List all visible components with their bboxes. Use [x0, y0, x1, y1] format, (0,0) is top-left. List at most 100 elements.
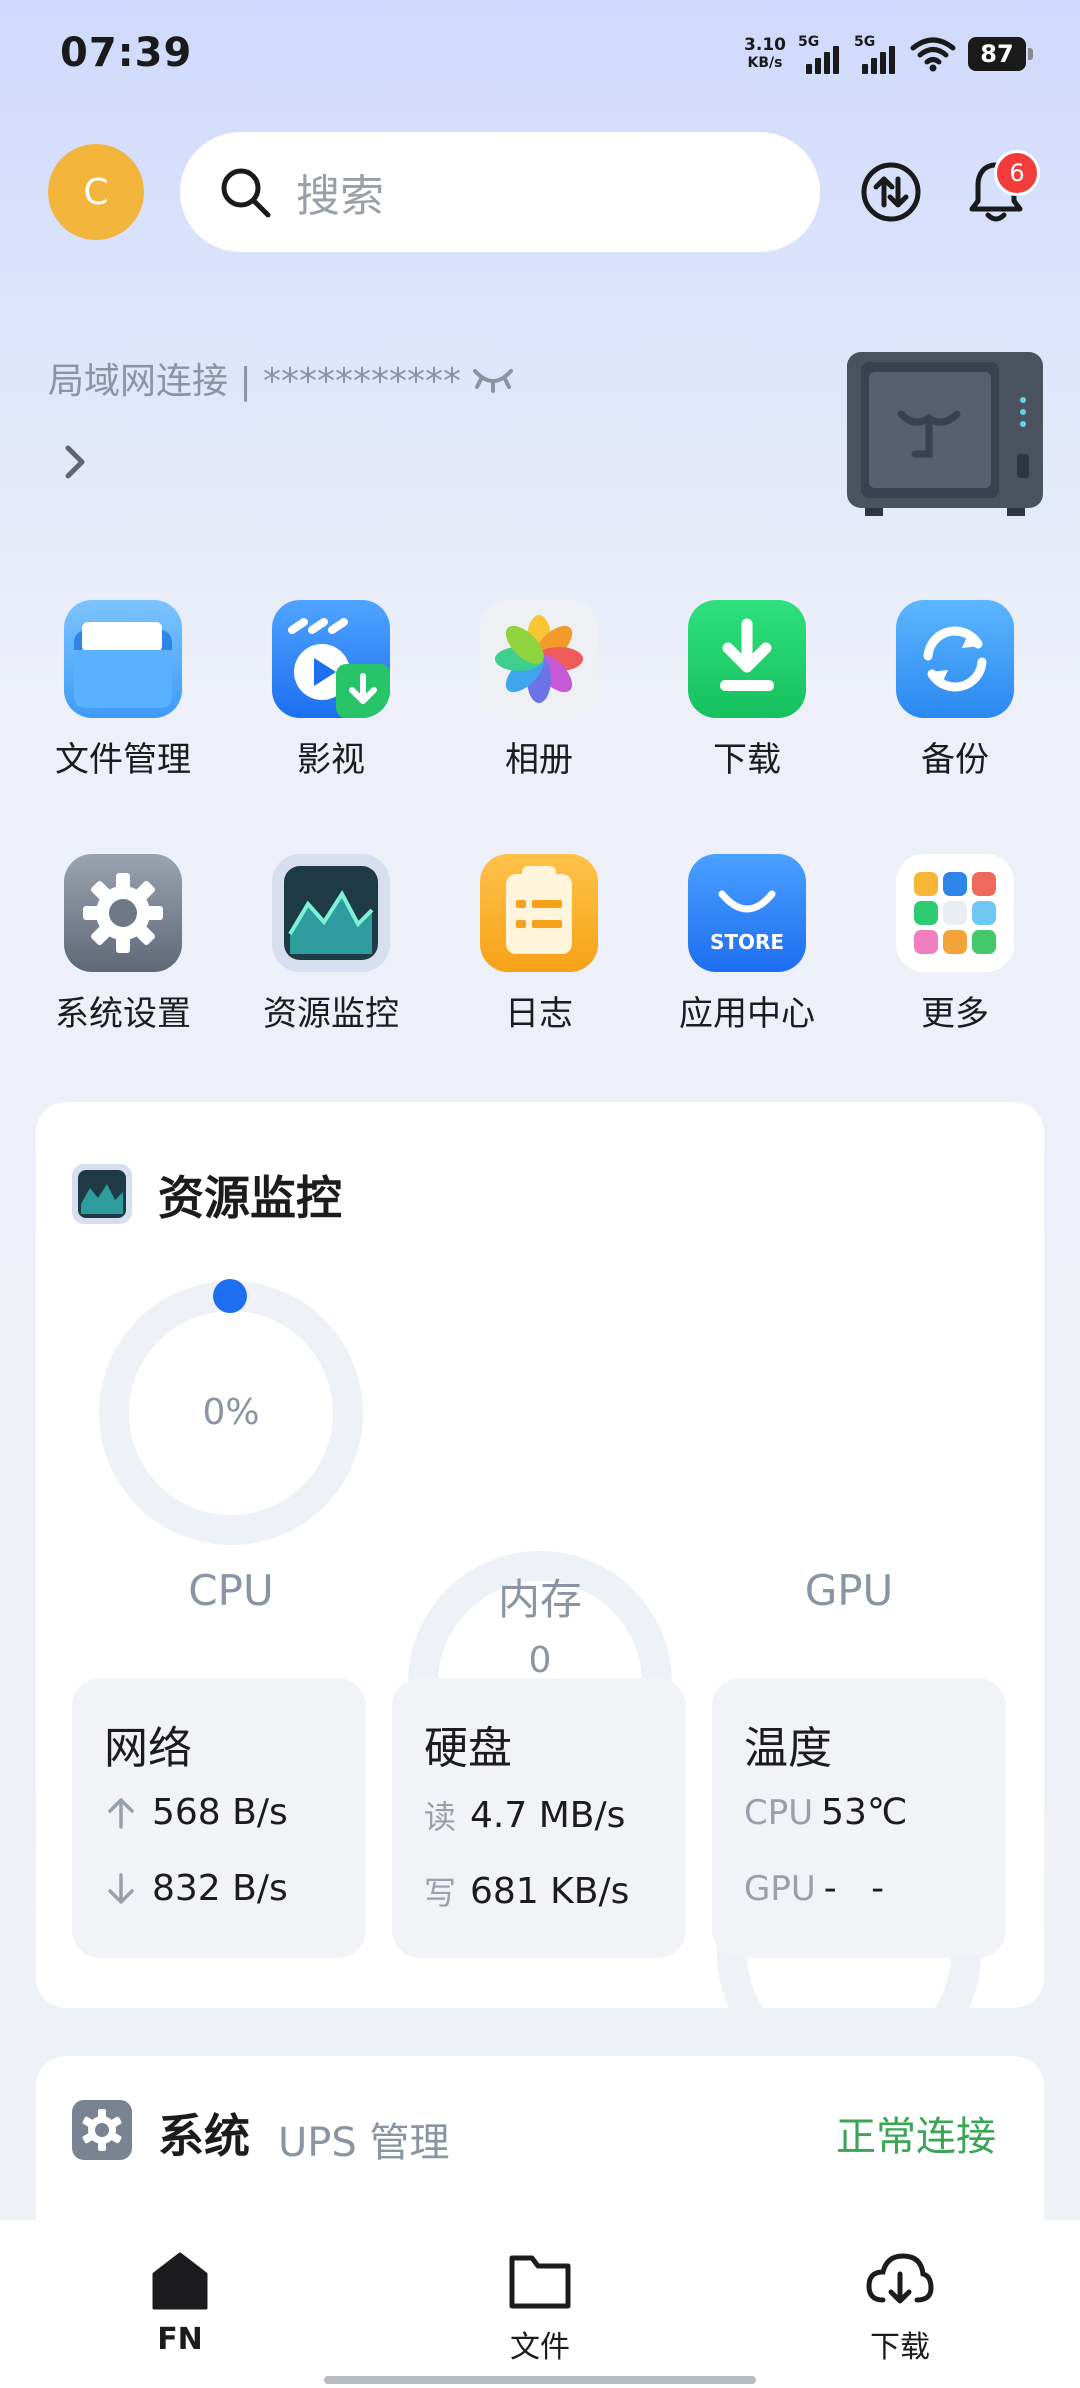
- eye-closed-icon[interactable]: [471, 363, 515, 393]
- app-backup[interactable]: 备份: [865, 600, 1045, 781]
- app-label: 日志: [505, 994, 573, 1034]
- nav-fn[interactable]: FN: [80, 2250, 280, 2357]
- sync-icon: [896, 600, 1014, 718]
- signal-1-label: 5G: [798, 34, 820, 50]
- cloud-download-icon: [866, 2253, 934, 2304]
- app-label: 应用中心: [679, 994, 815, 1034]
- connection-label: 局域网连接 | ***********: [48, 361, 462, 402]
- photos-icon: [480, 600, 598, 718]
- app-resource-monitor[interactable]: 资源监控: [241, 854, 421, 1035]
- temp-gpu-value: - -: [823, 1868, 885, 1909]
- disk-write-value: 681 KB/s: [470, 1870, 630, 1912]
- wifi-icon: [910, 37, 956, 72]
- avatar-letter: C: [83, 171, 109, 213]
- bottom-nav: FN 文件 下载: [0, 2220, 1080, 2388]
- cpu-value: 0%: [202, 1392, 260, 1433]
- clipboard-icon: [480, 854, 598, 972]
- temperature-tile[interactable]: 温度 CPU 53℃ GPU - -: [712, 1678, 1006, 1958]
- ups-status: 正常连接: [836, 2114, 996, 2160]
- app-log[interactable]: 日志: [449, 854, 629, 1035]
- disk-tile[interactable]: 硬盘 读 4.7 MB/s 写 681 KB/s: [392, 1678, 686, 1958]
- memory-value: 0: [528, 1640, 552, 1681]
- nav-label: 下载: [870, 2330, 930, 2365]
- app-video[interactable]: 影视: [241, 600, 421, 781]
- cpu-gauge: 0%: [96, 1278, 366, 1548]
- app-download[interactable]: 下载: [657, 600, 837, 781]
- grid-icon: [896, 854, 1014, 972]
- notification-count: 6: [1009, 159, 1025, 187]
- arrow-up-icon: [108, 1797, 134, 1829]
- nav-files[interactable]: 文件: [440, 2250, 640, 2366]
- temp-cpu-label: CPU: [744, 1792, 814, 1833]
- app-label: 文件管理: [55, 740, 191, 780]
- nav-label: 文件: [510, 2330, 570, 2365]
- disk-write: 写 681 KB/s: [424, 1868, 629, 1914]
- disk-read-label: 读: [424, 1798, 457, 1836]
- network-upload: 568 B/s: [104, 1792, 288, 1833]
- notification-button[interactable]: 6: [960, 150, 1040, 228]
- app-photos[interactable]: 相册: [449, 600, 629, 781]
- gear-icon: [64, 854, 182, 972]
- signal-2-icon: 5G: [854, 34, 898, 74]
- temp-gpu-label: GPU: [744, 1868, 816, 1909]
- app-label: 影视: [297, 740, 365, 780]
- network-download: 832 B/s: [104, 1868, 288, 1909]
- app-system-settings[interactable]: 系统设置: [33, 854, 213, 1035]
- battery-indicator: 87: [968, 37, 1033, 71]
- status-indicators: 3.10 KB/s 5G 5G 87: [744, 34, 1033, 74]
- disk-write-label: 写: [424, 1874, 457, 1912]
- search-bar[interactable]: 搜索: [180, 132, 820, 252]
- signal-1-icon: 5G: [798, 34, 842, 74]
- nav-label: FN: [157, 2322, 203, 2357]
- chart-icon: [272, 854, 390, 972]
- folder-outline-icon: [509, 2255, 571, 2309]
- app-file-manager[interactable]: 文件管理: [33, 600, 213, 781]
- home-icon: [152, 2252, 208, 2310]
- download-icon: [688, 600, 806, 718]
- network-speed-value: 3.10: [744, 35, 786, 55]
- home-indicator[interactable]: [324, 2376, 756, 2384]
- search-placeholder: 搜索: [296, 171, 384, 222]
- system-subtitle: UPS 管理: [278, 2120, 450, 2166]
- gpu-label: GPU: [804, 1566, 894, 1615]
- chevron-right-icon[interactable]: [60, 440, 90, 484]
- notification-badge: 6: [994, 150, 1040, 196]
- system-title: 系统: [158, 2109, 250, 2163]
- nav-download[interactable]: 下载: [800, 2250, 1000, 2366]
- app-label: 相册: [505, 740, 573, 780]
- arrow-down-icon: [108, 1872, 134, 1904]
- network-speed-unit: KB/s: [747, 55, 783, 71]
- resource-monitor-icon: [72, 1164, 132, 1224]
- avatar[interactable]: C: [48, 144, 144, 240]
- app-label: 系统设置: [55, 994, 191, 1034]
- store-icon: STORE: [688, 854, 806, 972]
- app-more[interactable]: 更多: [865, 854, 1045, 1035]
- app-label: 备份: [921, 740, 989, 780]
- nas-device-image: [847, 352, 1043, 516]
- disk-title: 硬盘: [424, 1723, 512, 1774]
- signal-2-label: 5G: [854, 34, 876, 50]
- battery-level: 87: [980, 40, 1014, 68]
- disk-read-value: 4.7 MB/s: [470, 1794, 626, 1836]
- network-speed: 3.10 KB/s: [744, 36, 786, 72]
- resource-monitor-card[interactable]: 资源监控 0% CPU 0 B 内存 - GPU 网络 568 B/s 832 …: [36, 1102, 1044, 2085]
- network-title: 网络: [104, 1723, 192, 1774]
- search-icon: [221, 168, 271, 218]
- disk-read: 读 4.7 MB/s: [424, 1792, 625, 1838]
- folder-icon: [64, 600, 182, 718]
- app-label: 资源监控: [263, 994, 399, 1034]
- app-store[interactable]: STORE 应用中心: [657, 854, 837, 1035]
- status-time: 07:39: [60, 30, 193, 76]
- download-speed: 832 B/s: [152, 1868, 288, 1909]
- upload-speed: 568 B/s: [152, 1792, 288, 1833]
- network-tile[interactable]: 网络 568 B/s 832 B/s: [72, 1678, 366, 1958]
- memory-label: 内存: [497, 1575, 582, 1624]
- temperature-cpu: CPU 53℃: [744, 1792, 907, 1833]
- cpu-label: CPU: [188, 1566, 274, 1615]
- transfer-icon: [861, 162, 921, 222]
- transfer-button[interactable]: [855, 156, 927, 228]
- temperature-title: 温度: [744, 1723, 832, 1774]
- resource-monitor-title: 资源监控: [158, 1171, 342, 1225]
- video-icon: [272, 600, 390, 718]
- gear-icon: [72, 2100, 132, 2160]
